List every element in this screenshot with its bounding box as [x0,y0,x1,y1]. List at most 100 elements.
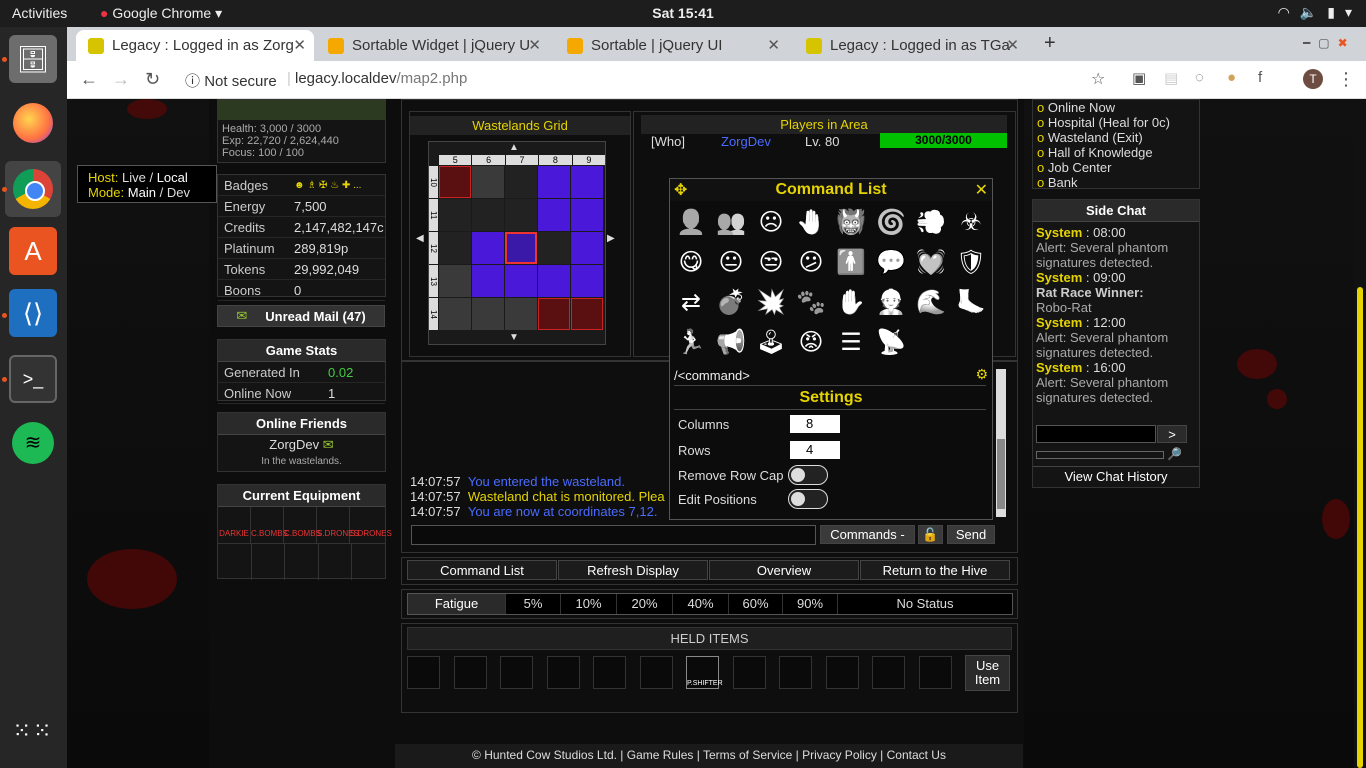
window-controls[interactable]: ━▢✖ [1303,36,1356,50]
scrollbar-thumb[interactable] [1357,287,1363,768]
command-icon[interactable]: 🤚 [792,203,830,241]
map-cell[interactable] [439,265,471,297]
maximize-icon[interactable]: ▢ [1318,36,1337,50]
map-cell[interactable] [439,166,471,198]
extension-icon[interactable]: ◌ [1195,69,1204,86]
equipment-slot[interactable] [285,544,319,580]
browser-tab[interactable]: Sortable Widget | jQuery U ✕ [316,30,549,61]
close-tab-icon[interactable]: ✕ [767,36,780,54]
map-cell[interactable] [439,298,471,330]
command-icon[interactable]: ☣ [952,203,990,241]
map-cell[interactable] [472,232,504,264]
held-item-slot[interactable]: P.SHIFTER [686,656,723,689]
map-cell[interactable] [571,199,603,231]
map-cell[interactable] [538,166,570,198]
map-cell[interactable] [472,166,504,198]
side-chat-input[interactable] [1036,425,1156,443]
footer-links[interactable]: © Hunted Cow Studios Ltd. | Game Rules |… [395,744,1023,768]
map-cell[interactable] [571,166,603,198]
send-button[interactable]: Send [947,525,995,544]
held-item-slot[interactable] [593,656,626,689]
command-list-button[interactable]: Command List [407,560,557,580]
command-icon[interactable]: 💥 [752,283,790,321]
player-name[interactable]: ZorgDev [721,134,771,149]
command-icon[interactable]: 😒 [752,243,790,281]
location-link[interactable]: o Wasteland (Exit) [1037,130,1199,145]
cookie-icon[interactable]: ● [1227,69,1236,86]
command-icon[interactable]: 🏃 [672,323,710,361]
host-live-link[interactable]: Live [122,170,146,185]
refresh-display-button[interactable]: Refresh Display [558,560,708,580]
side-chat-send-button[interactable]: > [1157,425,1187,443]
command-icon[interactable]: 💓 [912,243,950,281]
facebook-icon[interactable]: f [1258,69,1262,86]
site-info[interactable]: ⓘ Not secure [185,70,277,91]
command-icon[interactable]: 📡 [872,323,910,361]
edit-positions-toggle[interactable] [788,489,828,509]
clock[interactable]: Sat 15:41 [0,5,1366,21]
browser-tab[interactable]: Sortable | jQuery UI ✕ [555,30,788,61]
command-icon[interactable]: 🦶 [952,283,990,321]
new-tab-button[interactable]: + [1044,32,1056,55]
command-icon[interactable]: 🐾 [792,283,830,321]
map-down-arrow[interactable]: ▼ [509,332,519,343]
command-icon[interactable]: 🚹 [832,243,870,281]
map-cell[interactable] [439,232,471,264]
forward-icon[interactable]: → [112,69,130,90]
map-cell[interactable] [571,265,603,297]
location-link[interactable]: o Bank [1037,175,1199,190]
map-up-arrow[interactable]: ▲ [509,142,519,153]
use-item-button[interactable]: Use Item [965,655,1010,691]
command-icon[interactable]: 💨 [912,203,950,241]
held-item-slot[interactable] [732,656,766,689]
chat-scrollbar[interactable] [996,369,1006,517]
map-cell[interactable] [472,265,504,297]
command-icon[interactable]: 📢 [712,323,750,361]
browser-tab[interactable]: Legacy : Logged in as Zorg ✕ [76,30,314,61]
command-icon[interactable]: 🌊 [912,283,950,321]
map-cell[interactable] [505,199,537,231]
command-icon[interactable]: 🛡 [952,243,990,281]
overview-button[interactable]: Overview [709,560,859,580]
minimize-icon[interactable]: ━ [1303,36,1318,50]
held-item-slot[interactable] [825,656,859,689]
equipment-slot[interactable]: C.BOMBS [251,507,288,543]
close-tab-icon[interactable]: ✕ [293,36,306,54]
command-icon[interactable]: 💣 [712,283,750,321]
command-icon[interactable]: ☰ [832,323,870,361]
equipment-slot[interactable]: C.BOMBS [284,507,321,543]
back-icon[interactable]: ← [80,69,98,90]
command-icon[interactable]: 👥 [712,203,750,241]
zoom-icon[interactable]: 🔎 [1167,447,1182,461]
held-item-slot[interactable] [872,656,905,689]
map-cell[interactable] [538,265,570,297]
map-right-arrow[interactable]: ▶ [607,233,615,244]
location-link[interactable]: o Hall of Knowledge [1037,145,1199,160]
show-applications-icon[interactable]: ⁙⁙ [9,707,57,755]
software-store-icon[interactable]: A [9,227,57,275]
scrollbar-thumb[interactable] [997,439,1005,509]
equipment-slot[interactable] [218,544,252,580]
page-scrollbar[interactable] [1354,99,1366,768]
message-icon[interactable]: ✉ [323,437,334,452]
badges-value[interactable]: ☻ ♗ ✠ ♨ ✚ ... [286,180,361,191]
extension-icon[interactable]: ▤ [1164,69,1178,87]
mode-main-link[interactable]: Main [128,185,156,200]
command-icon[interactable]: 💬 [872,243,910,281]
map-cell[interactable] [439,199,471,231]
settings-gear-icon[interactable]: ⚙ [975,366,988,383]
reload-icon[interactable]: ↻ [145,69,160,90]
host-local-link[interactable]: Local [157,170,188,185]
map-cell[interactable] [538,298,570,330]
map-cell[interactable] [505,232,537,264]
files-icon[interactable]: 🗄 [9,35,57,83]
held-item-slot[interactable] [918,656,952,689]
command-icon[interactable]: 🌀 [872,203,910,241]
mode-dev-link[interactable]: Dev [167,185,190,200]
equipment-slot[interactable] [319,544,353,580]
view-chat-history-link[interactable]: View Chat History [1033,466,1199,487]
close-tab-icon[interactable]: ✕ [528,36,541,54]
command-list-header[interactable]: ✥ Command List ✕ [670,179,992,201]
row-cap-toggle[interactable] [788,465,828,485]
map-cell[interactable] [571,232,603,264]
